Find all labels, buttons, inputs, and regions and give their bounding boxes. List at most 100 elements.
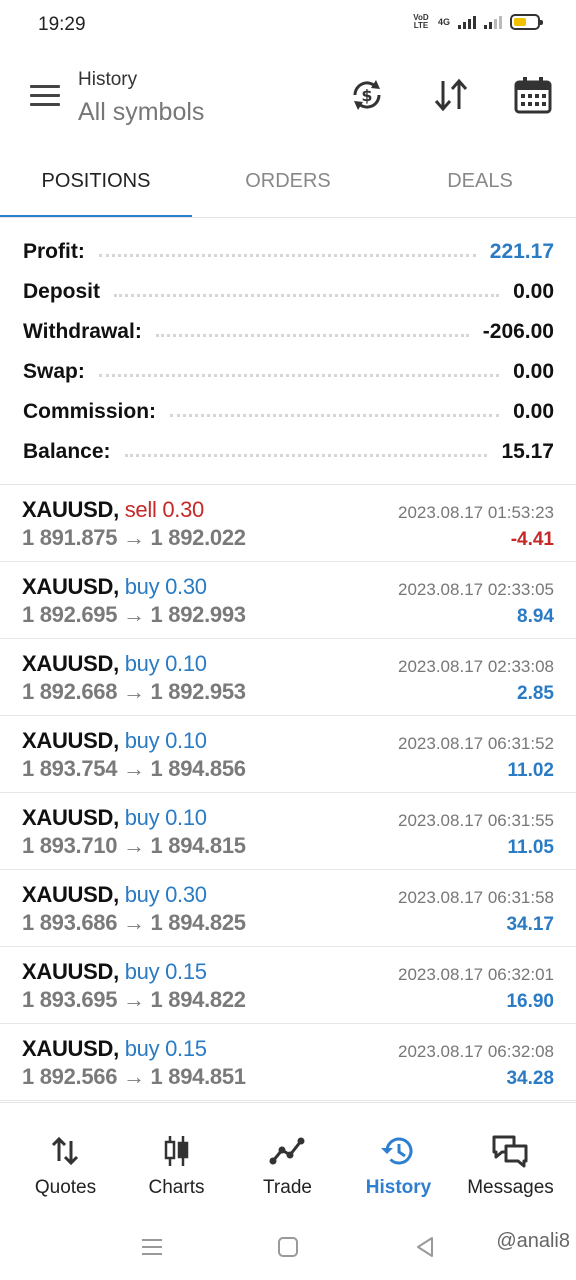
svg-text:$: $ <box>361 86 372 105</box>
dot-leader <box>98 253 476 257</box>
nav-history[interactable]: History <box>341 1103 456 1215</box>
sort-icon[interactable] <box>431 75 471 115</box>
position-prices: 1 893.710 → 1 894.815 <box>22 833 246 858</box>
position-prices: 1 892.566 → 1 894.851 <box>22 1064 246 1089</box>
summary-value: -206.00 <box>482 320 554 343</box>
status-icons: VoD LTE 4G <box>412 13 543 30</box>
position-profit: 34.17 <box>506 914 554 935</box>
tab-deals[interactable]: DEALS <box>384 155 576 218</box>
summary-row-profit: Profit: 221.17 <box>0 232 576 272</box>
nav-label: History <box>365 1177 432 1198</box>
dot-leader <box>114 293 500 297</box>
dot-leader <box>98 373 500 377</box>
position-profit: -4.41 <box>510 529 554 550</box>
battery-icon <box>510 14 543 30</box>
watermark: @anali8 <box>496 1230 570 1252</box>
position-row[interactable]: XAUUSD, buy 0.30 1 892.695 → 1 892.993 2… <box>0 562 576 639</box>
positions-list: XAUUSD, sell 0.30 1 891.875 → 1 892.022 … <box>0 485 576 1101</box>
position-symbol: XAUUSD, buy 0.15 <box>22 1036 207 1061</box>
tab-orders[interactable]: ORDERS <box>192 155 384 218</box>
position-side: buy 0.30 <box>124 882 207 907</box>
summary-row-swap: Swap: 0.00 <box>0 352 576 392</box>
summary-row-withdrawal: Withdrawal: -206.00 <box>0 312 576 352</box>
position-side: buy 0.30 <box>124 574 207 599</box>
position-row[interactable]: XAUUSD, buy 0.10 1 893.754 → 1 894.856 2… <box>0 716 576 793</box>
position-time: 2023.08.17 06:31:52 <box>398 734 554 753</box>
position-profit: 11.02 <box>507 760 555 781</box>
summary-value: 0.00 <box>513 400 554 423</box>
position-time: 2023.08.17 06:32:01 <box>398 965 554 984</box>
nav-charts[interactable]: Charts <box>119 1103 234 1215</box>
position-symbol: XAUUSD, buy 0.30 <box>22 882 207 907</box>
position-time: 2023.08.17 06:32:08 <box>398 1042 554 1061</box>
currency-exchange-icon[interactable]: $ <box>347 75 387 115</box>
position-side: buy 0.15 <box>124 959 207 984</box>
summary-row-balance: Balance: 15.17 <box>0 432 576 472</box>
position-prices: 1 893.686 → 1 894.825 <box>22 910 246 935</box>
status-time: 19:29 <box>38 14 86 35</box>
back-icon[interactable] <box>412 1234 438 1260</box>
position-row[interactable]: XAUUSD, sell 0.30 1 891.875 → 1 892.022 … <box>0 485 576 562</box>
position-time: 2023.08.17 02:33:05 <box>398 580 554 599</box>
position-prices: 1 893.754 → 1 894.856 <box>22 756 246 781</box>
nav-label: Trade <box>263 1177 312 1198</box>
position-prices: 1 892.668 → 1 892.953 <box>22 679 246 704</box>
position-symbol: XAUUSD, sell 0.30 <box>22 497 205 522</box>
nav-label: Quotes <box>34 1177 97 1198</box>
summary-label: Commission: <box>23 400 157 423</box>
position-row[interactable]: XAUUSD, buy 0.15 1 892.566 → 1 894.851 2… <box>0 1024 576 1101</box>
dot-leader <box>170 413 500 417</box>
position-profit: 16.90 <box>506 991 554 1012</box>
position-profit: 8.94 <box>517 606 554 627</box>
summary-label: Profit: <box>23 240 85 263</box>
summary-value: 0.00 <box>513 280 554 303</box>
position-row[interactable]: XAUUSD, buy 0.30 1 893.686 → 1 894.825 2… <box>0 870 576 947</box>
dot-leader <box>155 333 469 337</box>
position-time: 2023.08.17 06:31:58 <box>398 888 554 907</box>
position-row[interactable]: XAUUSD, buy 0.15 1 893.695 → 1 894.822 2… <box>0 947 576 1024</box>
position-time: 2023.08.17 06:31:55 <box>398 811 554 830</box>
tab-positions[interactable]: POSITIONS <box>0 155 192 218</box>
summary-value: 15.17 <box>501 440 554 463</box>
nav-label: Charts <box>148 1177 205 1198</box>
symbol-filter[interactable]: All symbols <box>78 98 204 127</box>
nav-quotes[interactable]: Quotes <box>8 1103 123 1215</box>
home-icon[interactable] <box>275 1234 301 1260</box>
position-symbol: XAUUSD, buy 0.15 <box>22 959 207 984</box>
summary-row-commission: Commission: 0.00 <box>0 392 576 432</box>
position-row[interactable]: XAUUSD, buy 0.10 1 893.710 → 1 894.815 2… <box>0 793 576 870</box>
position-symbol: XAUUSD, buy 0.30 <box>22 574 207 599</box>
calendar-icon[interactable] <box>513 75 553 115</box>
nav-trade[interactable]: Trade <box>230 1103 345 1215</box>
trade-line-icon <box>267 1133 307 1169</box>
position-profit: 11.05 <box>507 837 555 858</box>
candlestick-icon <box>156 1133 196 1169</box>
position-time: 2023.08.17 02:33:08 <box>398 657 554 676</box>
volte-indicator: VoD LTE <box>413 13 429 30</box>
position-symbol: XAUUSD, buy 0.10 <box>22 728 207 753</box>
position-profit: 34.28 <box>506 1068 554 1089</box>
menu-icon[interactable] <box>30 85 60 107</box>
position-prices: 1 892.695 → 1 892.993 <box>22 602 246 627</box>
nav-label: Messages <box>467 1177 554 1198</box>
position-symbol: XAUUSD, buy 0.10 <box>22 805 207 830</box>
position-row[interactable]: XAUUSD, buy 0.10 1 892.668 → 1 892.953 2… <box>0 639 576 716</box>
divider <box>0 217 576 218</box>
network-type: 4G <box>437 17 450 27</box>
position-side: sell 0.30 <box>124 497 205 522</box>
signal-icon-2 <box>484 15 502 29</box>
header-subtitle: History <box>78 69 138 90</box>
summary-label: Swap: <box>23 360 85 383</box>
position-time: 2023.08.17 01:53:23 <box>398 503 554 522</box>
summary-row-deposit: Deposit 0.00 <box>0 272 576 312</box>
system-navigation: @anali8 <box>0 1214 576 1280</box>
position-side: buy 0.15 <box>124 1036 207 1061</box>
nav-messages[interactable]: Messages <box>453 1103 568 1215</box>
history-icon <box>378 1133 418 1169</box>
recent-apps-icon[interactable] <box>139 1234 165 1260</box>
status-bar: 19:29 VoD LTE 4G <box>0 0 576 50</box>
position-profit: 2.85 <box>517 683 554 704</box>
summary-label: Withdrawal: <box>23 320 142 343</box>
app-header: History All symbols $ <box>0 55 576 155</box>
position-side: buy 0.10 <box>124 805 207 830</box>
